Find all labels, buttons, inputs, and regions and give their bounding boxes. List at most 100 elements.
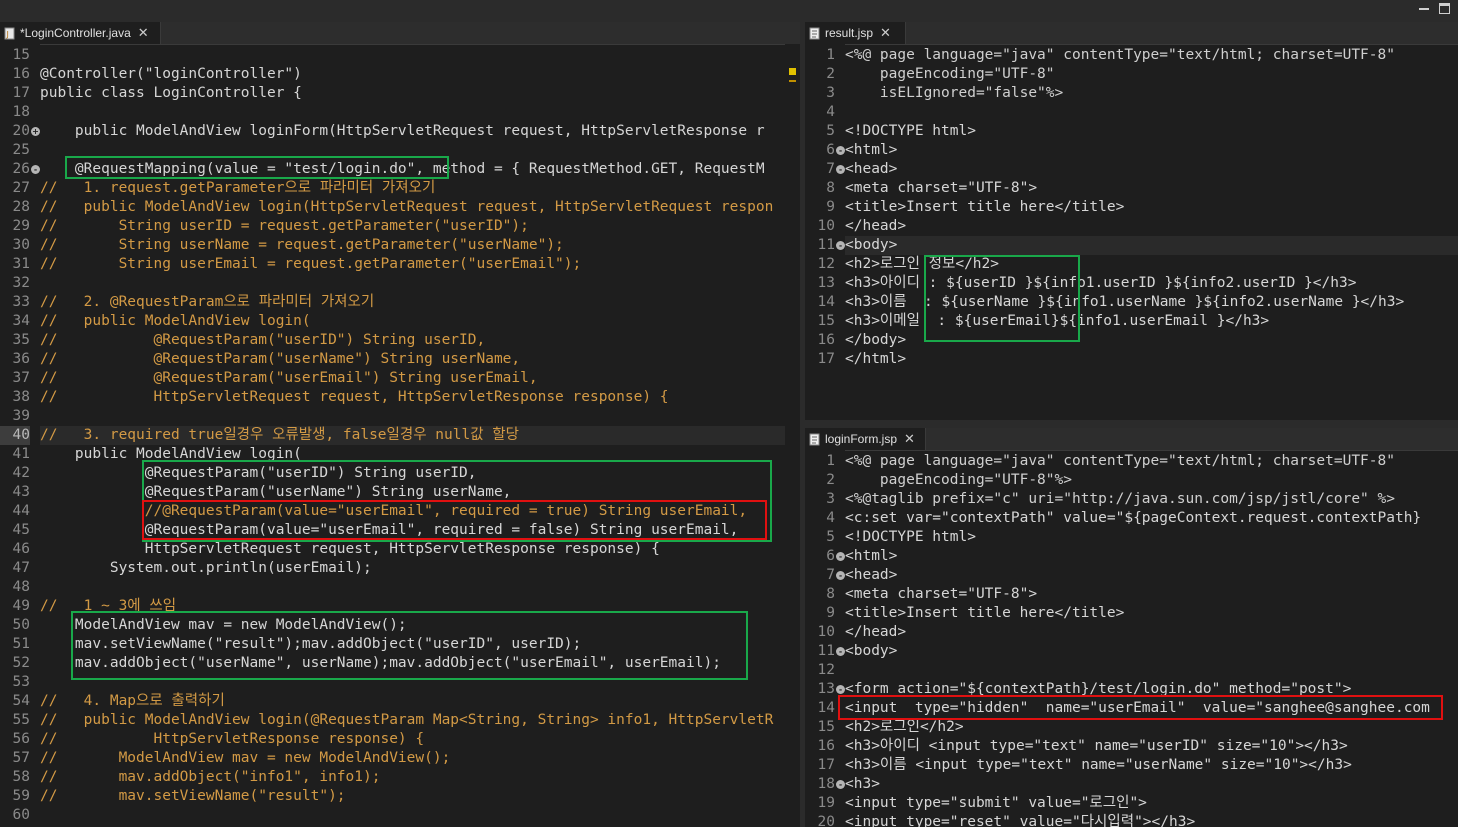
code-line: // @RequestParam("userID") String userID… — [40, 332, 486, 348]
line-number: 33 — [12, 294, 30, 310]
line-number: 14 — [817, 700, 835, 716]
code-line: <h2>로그인</h2> — [845, 719, 964, 735]
code-line: <body> — [845, 643, 898, 659]
line-number: 5 — [826, 529, 835, 545]
fold-toggle-icon[interactable]: - — [836, 647, 845, 656]
line-number: 25 — [12, 142, 30, 158]
line-number: 20 — [817, 814, 835, 827]
line-number: 4 — [826, 510, 835, 526]
code-line: // 1. request.getParameter으로 파라미터 가져오기 — [40, 180, 436, 196]
code-line: <h3>아이디 : ${userID }${info1.userID }${in… — [845, 275, 1357, 291]
code-line: <head> — [845, 161, 898, 177]
maximize-button[interactable] — [1438, 2, 1452, 16]
line-number: 18 — [817, 776, 835, 792]
line-number: 16 — [12, 66, 30, 82]
fold-toggle-icon[interactable]: - — [836, 241, 845, 250]
code-line: <c:set var="contextPath" value="${pageCo… — [845, 510, 1422, 526]
line-number: 52 — [12, 655, 30, 671]
loginform-jsp-editor-pane: loginForm.jsp ✕ 1 2 3 4 5 6-7-8 9 10 11-12 13-14 1… — [805, 428, 1458, 827]
line-number: 6 — [826, 548, 835, 564]
line-number: 17 — [817, 351, 835, 367]
line-number: 16 — [817, 738, 835, 754]
fold-toggle-icon[interactable]: - — [836, 780, 845, 789]
line-number: 17 — [817, 757, 835, 773]
highlight-el-output-box — [924, 255, 1080, 342]
line-number: 36 — [12, 351, 30, 367]
code-line: <meta charset="UTF-8"> — [845, 586, 1038, 602]
line-number: 12 — [817, 662, 835, 678]
code-line: <h3>이름 <input type="text" name="userName… — [845, 757, 1352, 773]
fold-toggle-icon[interactable]: - — [836, 685, 845, 694]
minimize-button[interactable] — [1417, 2, 1431, 16]
overview-ruler[interactable] — [785, 44, 800, 827]
code-line: // public ModelAndView login( — [40, 313, 311, 329]
line-number: 35 — [12, 332, 30, 348]
code-line: isELIgnored="false"%> — [845, 85, 1064, 101]
line-number: 4 — [826, 104, 835, 120]
line-number: 7 — [826, 567, 835, 583]
line-number: 7 — [826, 161, 835, 177]
jsp-file-icon — [809, 27, 821, 40]
code-line: <h3> — [845, 776, 880, 792]
line-number-gutter: 1 2 3 4 5 6-7-8 9 10 11-12 13 14 15 16 17 — [805, 44, 845, 420]
highlight-required-box — [142, 500, 767, 540]
code-line: pageEncoding="UTF-8" — [845, 66, 1055, 82]
close-icon[interactable]: ✕ — [880, 25, 891, 41]
code-line: <body> — [845, 237, 898, 253]
line-number: 10 — [817, 218, 835, 234]
line-number: 34 — [12, 313, 30, 329]
close-icon[interactable]: ✕ — [904, 431, 915, 447]
line-number: 14 — [817, 294, 835, 310]
code-line: // public ModelAndView login(HttpServlet… — [40, 199, 774, 215]
line-number-gutter: 1 2 3 4 5 6-7-8 9 10 11-12 13-14 15 16 17 18-19 20 — [805, 450, 845, 827]
code-line: public class LoginController { — [40, 85, 302, 101]
line-number: 53 — [12, 674, 30, 690]
line-number: 11 — [817, 237, 835, 253]
line-number: 12 — [817, 256, 835, 272]
java-editor-tabbar: J *LoginController.java ✕ — [0, 22, 800, 45]
fold-toggle-icon[interactable]: - — [836, 571, 845, 580]
line-number: 16 — [817, 332, 835, 348]
tab-loginform-jsp[interactable]: loginForm.jsp ✕ — [805, 428, 926, 450]
code-line: </head> — [845, 218, 907, 234]
line-number: 43 — [12, 484, 30, 500]
code-line: System.out.println(userEmail); — [40, 560, 372, 576]
line-number: 51 — [12, 636, 30, 652]
code-line: </body> — [845, 332, 907, 348]
code-line: @Controller("loginController") — [40, 66, 302, 82]
fold-toggle-icon[interactable]: - — [836, 146, 845, 155]
code-area[interactable]: <%@ page language="java" contentType="te… — [845, 44, 1458, 420]
line-number: 10 — [817, 624, 835, 640]
line-number-gutter: 15 16 17 18 20 +25 26-27 28 29 30 31 32 33 34 35 36 37 38… — [0, 44, 40, 827]
fold-toggle-icon[interactable]: + — [31, 127, 40, 136]
line-number: 18 — [12, 104, 30, 120]
line-number: 57 — [12, 750, 30, 766]
tab-label: result.jsp — [825, 26, 874, 40]
code-line: <%@ page language="java" contentType="te… — [845, 453, 1395, 469]
code-line: <!DOCTYPE html> — [845, 123, 976, 139]
java-editor-pane: J *LoginController.java ✕ 15 16 17 18 20 +25 2… — [0, 22, 800, 827]
tab-label: *LoginController.java — [20, 26, 131, 40]
tab-login-controller[interactable]: J *LoginController.java ✕ — [0, 22, 161, 44]
line-number: 47 — [12, 560, 30, 576]
close-icon[interactable]: ✕ — [138, 25, 149, 41]
tab-result-jsp[interactable]: result.jsp ✕ — [805, 22, 906, 44]
code-line: // 4. Map으로 출력하기 — [40, 693, 225, 709]
line-number: 13 — [817, 681, 835, 697]
line-number: 2 — [826, 66, 835, 82]
code-line: // String userID = request.getParameter(… — [40, 218, 529, 234]
line-number: 40 — [0, 426, 30, 445]
highlight-hidden-input-box — [838, 695, 1443, 720]
fold-toggle-icon[interactable]: - — [836, 165, 845, 174]
fold-toggle-icon[interactable]: - — [31, 165, 40, 174]
code-area[interactable]: <%@ page language="java" contentType="te… — [845, 450, 1458, 827]
code-line: <title>Insert title here</title> — [845, 605, 1125, 621]
line-number: 1 — [826, 453, 835, 469]
fold-toggle-icon[interactable]: - — [836, 552, 845, 561]
line-number: 8 — [826, 180, 835, 196]
code-line: <!DOCTYPE html> — [845, 529, 976, 545]
line-number: 11 — [817, 643, 835, 659]
line-number: 49 — [12, 598, 30, 614]
line-number: 59 — [12, 788, 30, 804]
code-line: <head> — [845, 567, 898, 583]
